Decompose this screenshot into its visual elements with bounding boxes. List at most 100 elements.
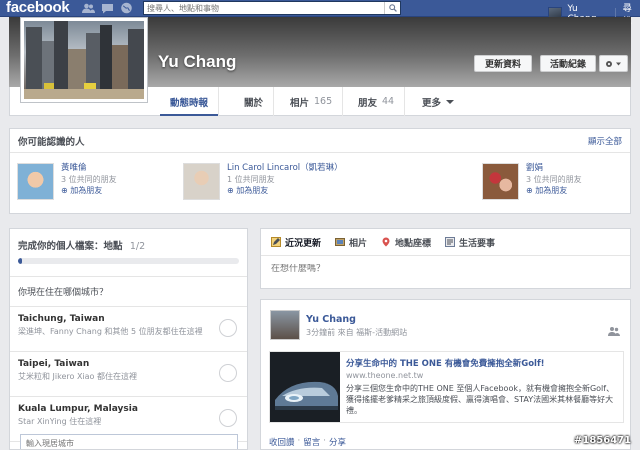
car-image [270,352,340,422]
tab-label: 更多 [422,97,442,109]
chevron-down-icon [446,99,455,104]
tab-friends[interactable]: 朋友 44 [348,87,406,116]
tab-status-update[interactable]: 近況更新 [271,236,321,249]
add-friend-label: 加為朋友 [535,186,568,195]
person-photo[interactable] [482,163,519,200]
profile-name: Yu Chang [158,52,237,71]
status-input[interactable] [271,264,611,274]
completion-fraction: 1/2 [129,241,146,252]
see-all-link[interactable]: 顯示全部 [588,135,622,147]
notifications-globe-icon[interactable] [120,2,133,14]
link-title[interactable]: 分享生命中的 THE ONE 有機會免費擁抱全新Golf! [346,357,545,369]
tab-timeline[interactable]: 動態時報 [160,87,220,116]
search-button[interactable] [384,2,400,14]
person-name[interactable]: Lin Carol Lincarol（凱若琳） [227,163,352,174]
city-option[interactable]: Taichung, Taiwan 梁進坤、Fanny Chang 和其他 5 位… [10,307,247,352]
facebook-logo[interactable]: facebook [6,0,70,16]
story-meta: 3分鐘前 來自 福斯-活動網站 [306,327,407,338]
mutual-friends[interactable]: 1 位共同朋友 [227,174,352,185]
search-icon [388,4,397,12]
story-actions: 收回讚 · 留言 · 分享 [269,436,346,448]
add-friend-label: 加為朋友 [236,186,269,195]
profile-completion-box: 完成你的個人檔案：地點 1/2 你現在住在哪個城市？ Taichung, Tai… [9,228,248,450]
settings-dropdown-button[interactable] [599,55,628,72]
link-thumbnail [270,352,340,422]
photo-icon [335,238,346,246]
unlike-button[interactable]: 收回讚 [269,436,295,448]
story-time[interactable]: 3分鐘前 [306,328,335,337]
messages-icon[interactable] [101,2,114,14]
activity-log-button[interactable]: 活動紀錄 [540,55,596,72]
people-you-may-know: 你可能認識的人 顯示全部 黃唯倫 3 位共同的朋友 ⊕ 加為朋友 Lin Car… [9,128,631,214]
friends-count: 44 [382,96,395,107]
watermark: #1856471 [574,435,632,446]
tab-photos[interactable]: 相片 165 [280,87,344,116]
person-card: 黃唯倫 3 位共同的朋友 ⊕ 加為朋友 [17,163,117,200]
add-friend-button[interactable]: ⊕ 加為朋友 [227,185,352,196]
city-option[interactable]: Taipei, Taiwan 艾米粒和 Jikero Xiao 都住在這裡 [10,352,247,397]
tab-label: 相片 [290,97,310,109]
person-photo[interactable] [17,163,54,200]
top-bar: facebook Yu Chang 尋找 [0,0,640,27]
notification-jewels [82,2,133,14]
mutual-friends[interactable]: 3 位共同的朋友 [61,174,117,185]
separator: · [297,436,301,446]
tab-place[interactable]: 地點座標 [381,236,431,249]
composer-tabs: 近況更新 相片 地點座標 生活要事 [261,229,630,256]
completion-title-text: 完成你的個人檔案：地點 [18,241,123,252]
life-event-icon [445,237,456,247]
avatar[interactable] [270,310,300,340]
current-city-input[interactable] [20,434,238,449]
city-radio[interactable] [219,319,237,337]
add-friend-button[interactable]: ⊕ 加為朋友 [61,185,117,196]
completion-title: 完成你的個人檔案：地點 1/2 [10,229,247,252]
person-info: 黃唯倫 3 位共同的朋友 ⊕ 加為朋友 [61,163,117,200]
tab-more[interactable]: 更多 [412,87,464,116]
person-photo[interactable] [183,163,220,200]
city-question: 你現在住在哪個城市？ [10,276,247,307]
mutual-friends[interactable]: 3 位共同的朋友 [526,174,582,185]
tab-life-event[interactable]: 生活要事 [445,236,495,249]
add-friend-icon: ⊕ [61,186,68,195]
link-preview[interactable]: 分享生命中的 THE ONE 有機會免費擁抱全新Golf! www.theone… [269,351,624,423]
city-name: Taichung, Taiwan [18,314,105,324]
tab-label: 關於 [244,97,264,109]
city-name: Kuala Lumpur, Malaysia [18,404,138,414]
audience-icon[interactable] [608,325,620,337]
person-name[interactable]: 黃唯倫 [61,163,117,174]
city-friends: 梁進坤、Fanny Chang 和其他 5 位朋友都住在這裡 [18,327,203,336]
add-friend-icon: ⊕ [227,186,234,195]
city-friends: Star XinYing 住在這裡 [18,417,102,426]
link-description: 分享三個您生命中的THE ONE 至個人Facebook，就有機會擁抱全新Gol… [346,384,615,415]
person-name[interactable]: 劉娟 [526,163,582,174]
person-info: Lin Carol Lincarol（凱若琳） 1 位共同朋友 ⊕ 加為朋友 [227,163,352,200]
story-via[interactable]: 來自 福斯-活動網站 [338,328,407,337]
search-input[interactable] [144,2,384,14]
search-bar [143,1,401,15]
feed-story: Yu Chang 3分鐘前 來自 福斯-活動網站 分享生命中的 THE ONE … [260,299,631,450]
city-radio[interactable] [219,409,237,427]
tab-label: 朋友 [358,97,378,109]
tab-label: 近況更新 [285,238,322,249]
tab-photo[interactable]: 相片 [335,236,367,249]
pymk-header: 你可能認識的人 顯示全部 [10,129,630,153]
comment-button[interactable]: 留言 [303,436,320,448]
tab-about[interactable]: 關於 [234,87,275,116]
tab-label: 地點座標 [395,238,432,249]
progress-fill [18,258,23,264]
update-info-button[interactable]: 更新資料 [474,55,532,72]
city-radio[interactable] [219,364,237,382]
add-friend-icon: ⊕ [526,186,533,195]
location-pin-icon [382,237,390,247]
story-author[interactable]: Yu Chang [306,314,356,325]
link-url: www.theone.net.tw [346,371,424,380]
city-name: Taipei, Taiwan [18,359,90,369]
profile-picture[interactable] [20,17,148,103]
person-card: Lin Carol Lincarol（凱若琳） 1 位共同朋友 ⊕ 加為朋友 [183,163,352,200]
profile-photo-image [24,21,144,99]
tab-label: 生活要事 [459,238,496,249]
share-button[interactable]: 分享 [329,436,346,448]
friend-requests-icon[interactable] [82,2,95,14]
add-friend-button[interactable]: ⊕ 加為朋友 [526,185,582,196]
pencil-icon [271,237,281,247]
